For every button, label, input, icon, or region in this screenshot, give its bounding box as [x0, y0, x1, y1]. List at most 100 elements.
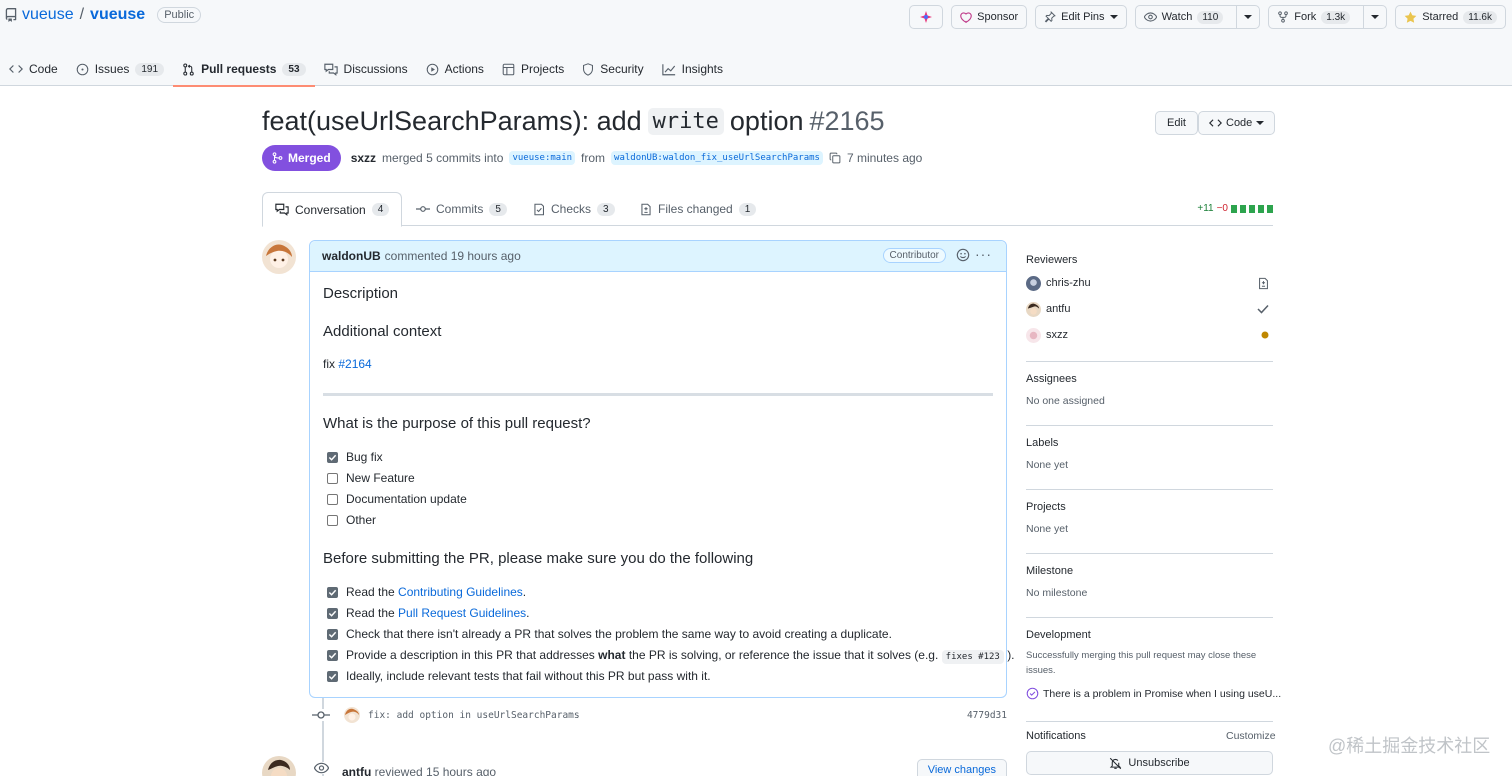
task-checkbox[interactable]	[327, 493, 338, 505]
sidebar-title[interactable]: Projects	[1026, 501, 1066, 513]
comment-meta[interactable]: commented 19 hours ago	[385, 249, 521, 263]
edit-title-button[interactable]: Edit	[1155, 111, 1198, 135]
reviewer-item[interactable]: sxzz	[1026, 326, 1273, 344]
task-checkbox[interactable]	[327, 649, 338, 661]
tab-insights[interactable]: Insights	[653, 52, 732, 86]
tab-checks[interactable]: Checks 3	[521, 192, 627, 226]
customize-link[interactable]: Customize	[1226, 730, 1276, 742]
task-item: Documentation update	[327, 492, 467, 506]
repo-owner-link[interactable]: vueuse	[22, 6, 74, 24]
task-checkbox[interactable]	[327, 670, 338, 682]
reviewer-item[interactable]: chris-zhu	[1026, 274, 1273, 292]
repo-icon	[4, 8, 18, 22]
tab-issues[interactable]: Issues 191	[67, 52, 173, 86]
edit-pins-button[interactable]: Edit Pins	[1035, 5, 1127, 29]
graph-icon	[661, 63, 676, 76]
tab-conversation[interactable]: Conversation 4	[262, 192, 403, 227]
smiley-icon[interactable]	[956, 248, 970, 262]
tab-commits[interactable]: Commits 5	[404, 192, 519, 226]
issue-link[interactable]: #2164	[338, 357, 371, 371]
task-checkbox[interactable]	[327, 607, 338, 619]
avatar[interactable]	[344, 707, 360, 723]
tab-label: Code	[29, 62, 58, 76]
task-text: Read the	[346, 585, 395, 599]
starred-button[interactable]: Starred 11.6k	[1395, 5, 1506, 29]
comment-author-link[interactable]: waldonUB	[322, 249, 381, 263]
repo-name-link[interactable]: vueuse	[90, 6, 145, 24]
caret-down-icon	[1256, 120, 1265, 126]
unsubscribe-button[interactable]: Unsubscribe	[1026, 751, 1273, 775]
avatar[interactable]	[262, 756, 296, 776]
sidebar-title[interactable]: Labels	[1026, 437, 1058, 449]
fork-button[interactable]: Fork 1.3k	[1268, 5, 1388, 29]
pr-tabs: Conversation 4 Commits 5 Checks 3 Files …	[262, 192, 1273, 227]
git-commit-icon	[312, 709, 330, 721]
task-checkbox[interactable]	[327, 586, 338, 598]
diffstat-block	[1231, 204, 1237, 213]
comment-header: waldonUB commented 19 hours ago Contribu…	[310, 241, 1006, 272]
reviewer-name: antfu	[1046, 303, 1071, 315]
tab-discussions[interactable]: Discussions	[315, 52, 417, 86]
fork-dropdown[interactable]	[1363, 6, 1386, 28]
timeline-review: antfu reviewed 15 hours ago View changes	[262, 756, 1007, 776]
comment-discussion-icon	[323, 63, 338, 76]
tab-actions[interactable]: Actions	[417, 52, 493, 86]
task-label: New Feature	[346, 471, 415, 485]
fork-label: Fork	[1294, 11, 1317, 23]
sidebar-title[interactable]: Assignees	[1026, 373, 1077, 385]
sidebar-title[interactable]: Milestone	[1026, 565, 1073, 577]
copy-icon[interactable]	[829, 152, 841, 164]
code-icon	[9, 63, 23, 75]
task-checkbox[interactable]	[327, 514, 338, 526]
watch-button[interactable]: Watch 110	[1134, 5, 1261, 29]
pin-icon	[1044, 11, 1056, 23]
tab-projects[interactable]: Projects	[493, 52, 573, 86]
task-checkbox[interactable]	[327, 628, 338, 640]
contributing-guidelines-link[interactable]: Contributing Guidelines	[398, 585, 523, 599]
tab-code[interactable]: Code	[0, 52, 67, 86]
sidebar-development: Development Successfully merging this pu…	[1026, 618, 1281, 722]
reviewer-item[interactable]: antfu	[1026, 300, 1273, 318]
watch-dropdown[interactable]	[1236, 6, 1259, 28]
sidebar-title[interactable]: Reviewers	[1026, 254, 1077, 266]
diffstat: +11 −0	[1197, 203, 1273, 214]
app-button[interactable]	[909, 5, 944, 29]
avatar[interactable]	[262, 240, 296, 274]
commit-message-link[interactable]: fix: add option in useUrlSearchParams	[368, 710, 580, 721]
watch-label: Watch	[1161, 11, 1193, 23]
view-changes-button[interactable]: View changes	[916, 759, 1007, 776]
task-label: Read the Contributing Guidelines.	[346, 585, 526, 599]
pr-author-link[interactable]: sxzz	[351, 151, 376, 165]
commit-sha-link[interactable]: 4779d31	[967, 710, 1007, 721]
tab-files-changed[interactable]: Files changed 1	[628, 192, 768, 226]
reviewer-link[interactable]: antfu	[342, 765, 371, 776]
task-checkbox[interactable]	[327, 451, 338, 463]
caret-down-icon	[1244, 14, 1253, 20]
sponsor-button[interactable]: Sponsor	[951, 5, 1028, 29]
tab-label: Files changed	[658, 202, 733, 216]
from-text: from	[581, 151, 606, 165]
code-button[interactable]: Code	[1198, 111, 1276, 135]
pr-guidelines-link[interactable]: Pull Request Guidelines	[398, 606, 526, 620]
tab-count: 3	[597, 202, 615, 216]
task-checkbox[interactable]	[327, 472, 338, 484]
file-diff-icon	[640, 203, 652, 216]
head-branch[interactable]: waldonUB:waldon_fix_useUrlSearchParams	[611, 151, 823, 165]
tab-pull-requests[interactable]: Pull requests 53	[173, 52, 316, 87]
linked-issue-title: There is a problem in Promise when I usi…	[1043, 687, 1282, 700]
base-branch[interactable]: vueuse:main	[509, 151, 576, 165]
code-button-label: Code	[1226, 117, 1253, 129]
tab-security[interactable]: Security	[573, 52, 652, 86]
heading-before-submitting: Before submitting the PR, please make su…	[323, 550, 754, 567]
task-text: Provide a description in this PR that ad…	[346, 648, 595, 662]
task-item: Bug fix	[327, 450, 383, 464]
linked-issue[interactable]: There is a problem in Promise when I usi…	[1026, 687, 1281, 700]
fix-text: fix	[323, 357, 335, 371]
task-item: Other	[327, 513, 376, 527]
issue-icon	[76, 63, 89, 76]
task-item: Ideally, include relevant tests that fai…	[327, 669, 711, 683]
sidebar-title[interactable]: Development	[1026, 629, 1091, 641]
divider	[323, 393, 993, 396]
kebab-horizontal-icon[interactable]: ···	[975, 246, 992, 262]
tab-count: 4	[371, 203, 390, 216]
